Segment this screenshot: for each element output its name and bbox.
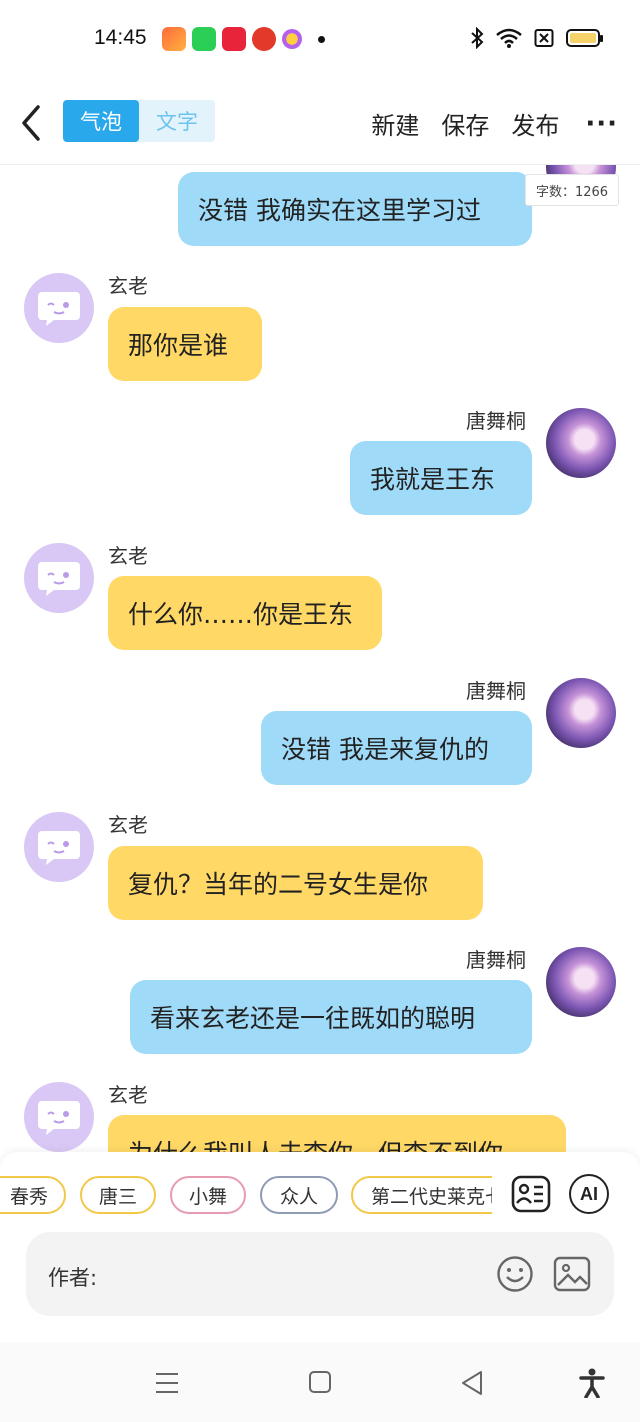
character-chip[interactable]: 第二代史莱克七怪 (351, 1176, 492, 1214)
publish-button[interactable]: 发布 (511, 106, 559, 141)
emoji-icon[interactable] (496, 1255, 534, 1293)
more-button[interactable]: ··· (585, 109, 618, 139)
character-chip[interactable]: 小舞 (170, 1176, 246, 1214)
avatar-xuan-lao[interactable] (24, 543, 94, 613)
speaker-name: 唐舞桐 (466, 948, 526, 972)
speaker-name: 唐舞桐 (466, 679, 526, 703)
editor-toolbar: 气泡 文字 新建 保存 发布 ··· (0, 80, 640, 165)
chat-area[interactable]: 没错 我确实在这里学习过 玄老 那你是谁 唐舞桐 我就是王东 玄老 什么你……你… (0, 165, 640, 1153)
input-label: 作者: (48, 1266, 98, 1290)
speaker-name: 唐舞桐 (466, 409, 526, 433)
bluetooth-icon (471, 27, 484, 49)
status-bar: 14:45 (0, 0, 640, 80)
app-notification-icon (162, 27, 186, 51)
avatar-tang-wutong[interactable] (546, 678, 616, 748)
avatar-xuan-lao[interactable] (24, 1082, 94, 1152)
back-nav-icon[interactable] (460, 1370, 484, 1396)
speaker-name: 玄老 (108, 1083, 148, 1107)
new-button[interactable]: 新建 (371, 106, 419, 141)
speaker-name: 玄老 (108, 813, 148, 837)
message-bubble-left[interactable]: 复仇？当年的二号女生是你 (108, 846, 483, 920)
ghost-face-icon (38, 292, 80, 326)
coins-notification-icon (282, 29, 302, 49)
avatar-tang-wutong[interactable] (546, 947, 616, 1017)
message-bubble-right[interactable]: 没错 我是来复仇的 (261, 711, 532, 785)
message-bubble-right[interactable]: 我就是王东 (350, 441, 532, 515)
word-count-badge: 字数：1266 (525, 174, 619, 206)
hongbao-notification-icon (252, 27, 276, 51)
message-bubble-left[interactable]: 那你是谁 (108, 307, 262, 381)
character-chip-list[interactable]: 春秀 唐三 小舞 众人 第二代史莱克七怪 (0, 1176, 492, 1216)
accessibility-icon[interactable] (579, 1368, 605, 1398)
ghost-face-icon (38, 1101, 80, 1135)
compose-panel: 春秀 唐三 小舞 众人 第二代史莱克七怪 AI 作者: (0, 1152, 640, 1342)
character-chip[interactable]: 众人 (260, 1176, 338, 1214)
menu-icon[interactable] (154, 1370, 180, 1396)
mode-switch: 气泡 文字 (63, 100, 215, 142)
image-icon[interactable] (553, 1255, 591, 1293)
save-button[interactable]: 保存 (441, 106, 489, 141)
ai-button[interactable]: AI (569, 1174, 609, 1214)
avatar-xuan-lao[interactable] (24, 812, 94, 882)
speaker-name: 玄老 (108, 274, 148, 298)
battery-icon (566, 29, 603, 47)
notification-icons (162, 27, 325, 51)
tab-text[interactable]: 文字 (139, 100, 215, 142)
status-time: 14:45 (94, 26, 147, 49)
sim-off-icon (534, 29, 554, 47)
home-icon[interactable] (308, 1370, 332, 1394)
avatar-tang-wutong[interactable] (546, 408, 616, 478)
iqiyi-notification-icon (192, 27, 216, 51)
pinduoduo-notification-icon (222, 27, 246, 51)
character-list-icon[interactable] (511, 1174, 551, 1214)
message-bubble-left[interactable]: 什么你……你是王东 (108, 576, 382, 650)
more-notifications-dot-icon (318, 35, 325, 43)
wifi-icon (496, 28, 522, 48)
system-icons (470, 27, 603, 49)
message-input[interactable]: 作者: (26, 1232, 614, 1316)
system-navigation-bar (0, 1342, 640, 1422)
character-chip[interactable]: 唐三 (80, 1176, 156, 1214)
ghost-face-icon (38, 562, 80, 596)
avatar-xuan-lao[interactable] (24, 273, 94, 343)
message-bubble-right[interactable]: 没错 我确实在这里学习过 (178, 172, 532, 246)
ghost-face-icon (38, 831, 80, 865)
message-bubble-left[interactable]: 为什么我叫人去查你，但查不到你 (108, 1115, 566, 1153)
tab-bubble[interactable]: 气泡 (63, 100, 139, 142)
speaker-name: 玄老 (108, 544, 148, 568)
character-chip[interactable]: 春秀 (0, 1176, 66, 1214)
back-icon[interactable] (18, 103, 48, 143)
message-bubble-right[interactable]: 看来玄老还是一往既如的聪明 (130, 980, 532, 1054)
